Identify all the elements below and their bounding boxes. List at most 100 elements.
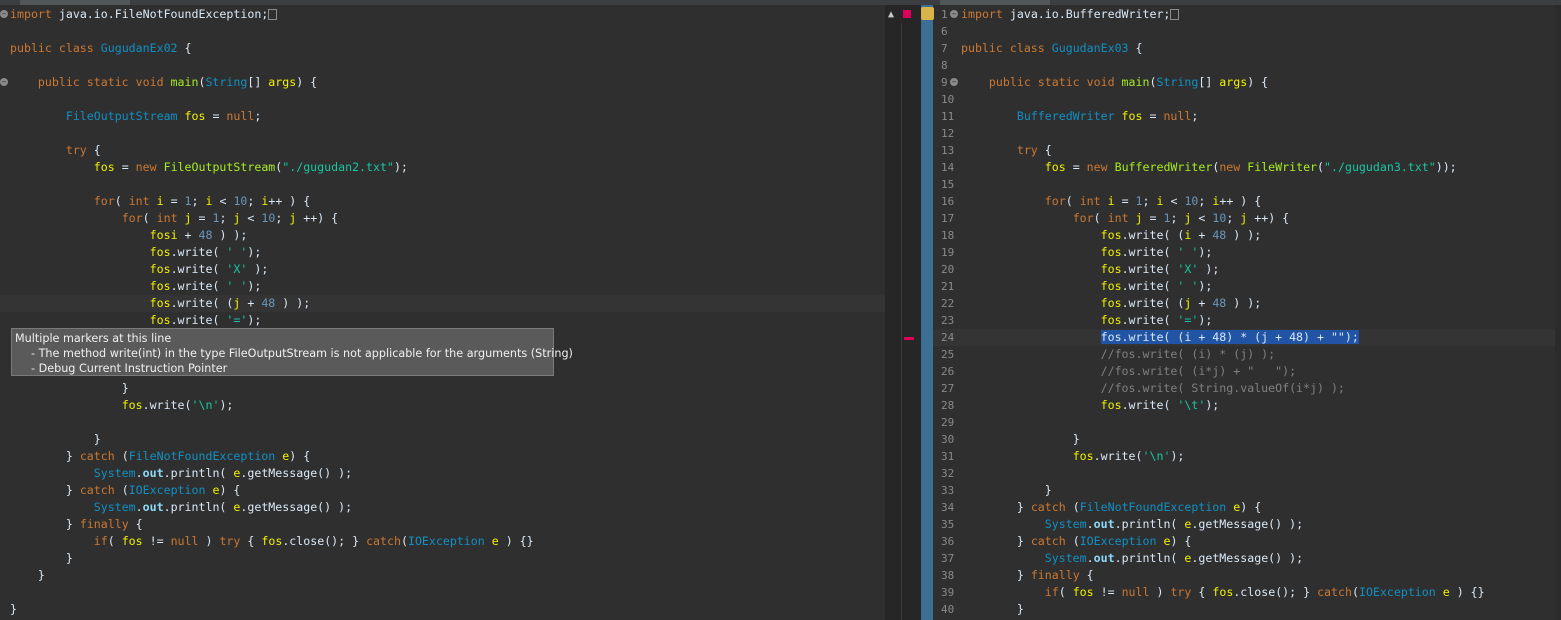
collapse-circle-icon[interactable]: −: [0, 10, 8, 18]
code-line[interactable]: 1− import java.io.BufferedWriter;: [921, 6, 1561, 23]
code-line[interactable]: fos.write( '=');: [0, 312, 885, 329]
code-line[interactable]: 18 fos.write( (i + 48 ) );: [921, 227, 1561, 244]
code-line[interactable]: [0, 57, 885, 74]
code-line[interactable]: 12: [921, 125, 1561, 142]
code-line[interactable]: 10: [921, 91, 1561, 108]
code-line[interactable]: [0, 414, 885, 431]
collapse-circle-icon[interactable]: −: [950, 10, 958, 18]
code-line[interactable]: fos.write( 'X' );: [0, 261, 885, 278]
code-line[interactable]: [0, 23, 885, 40]
code-line[interactable]: fos.write('\n');: [0, 397, 885, 414]
left-code-editor[interactable]: − import java.io.FileNotFoundException; pu…: [0, 5, 885, 620]
code-line[interactable]: 6: [921, 23, 1561, 40]
warning-icon[interactable]: [921, 7, 934, 20]
code-line[interactable]: }: [0, 601, 885, 618]
code-line[interactable]: 26 //fos.write( (i*j) + " ");: [921, 363, 1561, 380]
code-line[interactable]: for( int i = 1; i < 10; i++ ) {: [0, 193, 885, 210]
code-line[interactable]: } catch (IOException e) {: [0, 482, 885, 499]
code-line[interactable]: }: [0, 567, 885, 584]
collapse-circle-icon[interactable]: −: [0, 78, 8, 86]
code-line[interactable]: 22 fos.write( (j + 48 ) );: [921, 295, 1561, 312]
code-line[interactable]: FileOutputStream fos = null;: [0, 108, 885, 125]
code-line[interactable]: 39 if( fos != null ) try { fos.close(); …: [921, 584, 1561, 601]
code-line[interactable]: 37 System.out.println( e.getMessage() );: [921, 550, 1561, 567]
code-line[interactable]: 14 fos = new BufferedWriter (new FileWrit…: [921, 159, 1561, 176]
code-line[interactable]: public class GugudanEx02 {: [0, 40, 885, 57]
code-line[interactable]: 35 System.out.println( e.getMessage() );: [921, 516, 1561, 533]
right-scroll-edge[interactable]: [1555, 5, 1561, 620]
code-line[interactable]: }: [0, 550, 885, 567]
code-line[interactable]: for( int j = 1; j < 10; j ++) {: [0, 210, 885, 227]
code-line[interactable]: 19 fos.write( ' ');: [921, 244, 1561, 261]
collapsed-imports-icon[interactable]: [268, 9, 278, 20]
code-line[interactable]: fosi + 48 ) );: [0, 227, 885, 244]
code-line[interactable]: 36 } catch (IOException e) {: [921, 533, 1561, 550]
code-text: try {: [961, 142, 1052, 159]
code-line[interactable]: }: [0, 431, 885, 448]
code-line[interactable]: 31 fos.write('\n');: [921, 448, 1561, 465]
collapse-circle-icon[interactable]: −: [950, 78, 958, 86]
code-line[interactable]: [0, 125, 885, 142]
code-token: fos: [121, 534, 143, 548]
line-number: 28: [941, 399, 955, 412]
code-token: 10: [233, 194, 248, 208]
code-line[interactable]: 8: [921, 57, 1561, 74]
code-line[interactable]: fos.write( ' ');: [0, 278, 885, 295]
line-number: 11: [941, 110, 955, 123]
code-line[interactable]: 34 } catch (FileNotFoundException e) {: [921, 499, 1561, 516]
code-line[interactable]: 30 }: [921, 431, 1561, 448]
code-line[interactable]: 11 BufferedWriter fos = null;: [921, 108, 1561, 125]
code-line[interactable]: 27 //fos.write( String.valueOf(i*j) );: [921, 380, 1561, 397]
code-text: FileOutputStream fos = null;: [10, 108, 261, 125]
code-text: fos.write( (i + 48 ) );: [961, 227, 1262, 244]
code-line[interactable]: System.out.println( e.getMessage() );: [0, 499, 885, 516]
error-marker-icon[interactable]: [903, 10, 911, 18]
code-token: e: [1442, 585, 1450, 599]
code-line[interactable]: 7 public class GugudanEx03 {: [921, 40, 1561, 57]
code-token: }: [121, 381, 129, 395]
code-line[interactable]: 20 fos.write( 'X' );: [921, 261, 1561, 278]
code-line[interactable]: 25 //fos.write( (i) * (j) );: [921, 346, 1561, 363]
collapsed-imports-icon[interactable]: [1170, 9, 1180, 20]
code-line[interactable]: } catch (FileNotFoundException e) {: [0, 448, 885, 465]
code-line[interactable]: 23 fos.write( '=');: [921, 312, 1561, 329]
left-overview-ruler[interactable]: ▲: [885, 5, 921, 620]
code-line[interactable]: try {: [0, 142, 885, 159]
code-line[interactable]: 32: [921, 465, 1561, 482]
code-line[interactable]: fos.write( (j + 48 ) );: [0, 295, 885, 312]
code-line[interactable]: 33 }: [921, 482, 1561, 499]
code-text: fos.write( ' ');: [10, 244, 262, 261]
code-line[interactable]: if( fos != null ) try { fos.close(); } c…: [0, 533, 885, 550]
code-line[interactable]: 17 for( int j = 1; j < 10; j ++) {: [921, 210, 1561, 227]
code-line[interactable]: 29: [921, 414, 1561, 431]
code-line[interactable]: System.out.println( e.getMessage() );: [0, 465, 885, 482]
code-token: {: [240, 534, 262, 548]
code-line[interactable]: [0, 91, 885, 108]
code-line[interactable]: fos.write( ' ');: [0, 244, 885, 261]
code-line[interactable]: [0, 176, 885, 193]
code-line[interactable]: 40 }: [921, 601, 1561, 618]
code-token: java.io.FileNotFoundException;: [58, 7, 269, 21]
code-line[interactable]: fos = new FileOutputStream("./gugudan2.t…: [0, 159, 885, 176]
code-line[interactable]: 38 } finally {: [921, 567, 1561, 584]
right-code-editor[interactable]: 1− import java.io.BufferedWriter; 6 7 public…: [921, 5, 1561, 620]
code-line[interactable]: 13 try {: [921, 142, 1561, 159]
code-line[interactable]: 21 fos.write( ' ');: [921, 278, 1561, 295]
code-line[interactable]: [0, 584, 885, 601]
code-line[interactable]: 28 fos.write( '\t');: [921, 397, 1561, 414]
code-line[interactable]: 16 for( int i = 1; i < 10; i++ ) {: [921, 193, 1561, 210]
code-line[interactable]: − public static void main(String[] args)…: [0, 74, 885, 91]
error-annotation-marker[interactable]: [904, 337, 914, 340]
chevron-up-icon[interactable]: ▲: [888, 9, 894, 20]
code-line[interactable]: 9− public static void main(String[] args…: [921, 74, 1561, 91]
code-line[interactable]: − import java.io.FileNotFoundException;: [0, 6, 885, 23]
line-number: 30: [941, 433, 955, 446]
code-line[interactable]: } finally {: [0, 516, 885, 533]
code-line[interactable]: }: [0, 380, 885, 397]
code-line[interactable]: 15: [921, 176, 1561, 193]
code-line[interactable]: 24 fos.write( (i + 48) * (j + 48) + "");: [921, 329, 1561, 346]
code-token: ;: [1142, 194, 1157, 208]
